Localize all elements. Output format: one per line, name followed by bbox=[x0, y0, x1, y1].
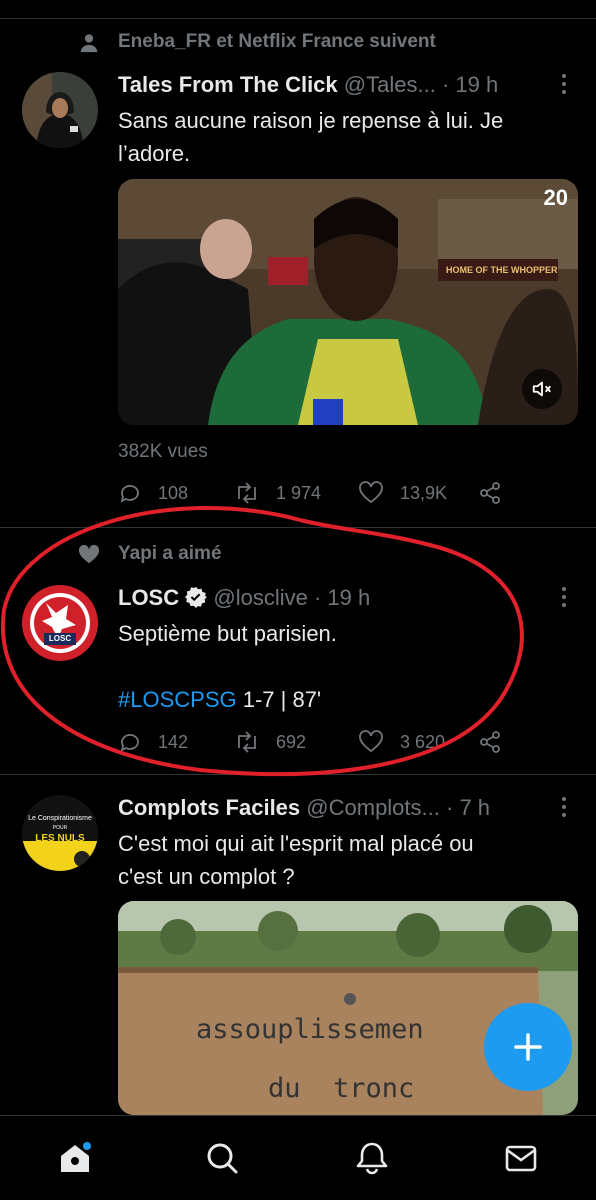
tweet-text-line: Sans aucune raison je repense à lui. Je bbox=[118, 108, 504, 133]
sign-text: assouplissemen bbox=[196, 1014, 424, 1045]
tweet-text-line: l’adore. bbox=[118, 141, 191, 166]
tweet-text-line: #LOSCPSG 1-7 | 87' bbox=[118, 683, 566, 716]
nav-home[interactable] bbox=[55, 1138, 95, 1178]
heart-icon bbox=[359, 481, 383, 504]
handle[interactable]: @losclive bbox=[213, 585, 307, 610]
retweet-icon bbox=[238, 482, 256, 504]
social-context: Yapi a aimé bbox=[118, 543, 222, 564]
avatar-text: Le Conspirationisme bbox=[28, 815, 92, 822]
bell-icon bbox=[356, 1142, 388, 1175]
reply-count: 108 bbox=[158, 482, 189, 503]
tweet-actions: 142 692 3 620 bbox=[118, 730, 526, 760]
heart-icon bbox=[359, 730, 383, 753]
like-button[interactable]: 13,9K bbox=[358, 481, 447, 505]
video-media[interactable]: 20 HOME OF THE WHOPPER bbox=[118, 179, 578, 425]
home-icon bbox=[61, 1142, 91, 1172]
timestamp[interactable]: · 7 h bbox=[446, 795, 490, 820]
tweet-actions: 108 1 974 13,9K bbox=[118, 481, 526, 511]
reply-icon bbox=[120, 734, 139, 752]
tweet-header: LOSC @losclive · 19 h bbox=[118, 585, 536, 611]
reply-count: 142 bbox=[158, 731, 189, 752]
bottom-nav bbox=[0, 1115, 596, 1200]
display-name[interactable]: Tales From The Click bbox=[118, 72, 338, 97]
handle[interactable]: @Tales... bbox=[344, 72, 436, 97]
tweet-header: Complots Faciles @Complots... · 7 h bbox=[118, 795, 536, 821]
tweet-text-line: Septième but parisien. bbox=[118, 621, 337, 646]
sign-text: du tronc bbox=[268, 1073, 415, 1104]
social-context: Eneba_FR et Netflix France suivent bbox=[118, 31, 436, 52]
retweet-button[interactable]: 692 bbox=[234, 730, 306, 754]
avatar[interactable] bbox=[22, 72, 98, 148]
share-icon bbox=[480, 731, 500, 753]
plus-icon bbox=[514, 1033, 542, 1061]
avatar-text: LES NULS bbox=[35, 833, 85, 844]
person-icon bbox=[80, 34, 98, 53]
tweet-text-line: C'est moi qui ait l'esprit mal placé ou bbox=[118, 831, 474, 856]
verified-icon bbox=[185, 586, 208, 608]
search-icon bbox=[207, 1143, 238, 1174]
tweet-losc[interactable]: Yapi a aimé LOSC LOSC @losclive · 19 h S… bbox=[0, 528, 596, 774]
handle[interactable]: @Complots... bbox=[306, 795, 440, 820]
display-name[interactable]: Complots Faciles bbox=[118, 795, 300, 820]
reply-icon bbox=[120, 485, 139, 503]
share-icon bbox=[480, 482, 500, 504]
more-options-icon[interactable] bbox=[562, 797, 568, 821]
tweet-text-line: c'est un complot ? bbox=[118, 864, 295, 889]
media-sign-text: HOME OF THE WHOPPER bbox=[446, 265, 558, 275]
like-count: 13,9K bbox=[400, 482, 448, 503]
avatar-text: POUR bbox=[52, 825, 68, 831]
nav-messages[interactable] bbox=[501, 1138, 541, 1178]
compose-tweet-button[interactable] bbox=[484, 1003, 572, 1091]
reply-button[interactable]: 108 bbox=[118, 481, 188, 505]
hashtag-link[interactable]: #LOSCPSG bbox=[118, 687, 237, 712]
like-count: 3 620 bbox=[400, 731, 446, 752]
like-button[interactable]: 3 620 bbox=[358, 730, 445, 754]
timestamp[interactable]: · 19 h bbox=[314, 585, 370, 610]
avatar-text: LOSC bbox=[48, 634, 72, 643]
retweet-count: 1 974 bbox=[276, 482, 322, 503]
mute-icon[interactable] bbox=[522, 369, 562, 409]
view-count: 382K vues bbox=[118, 441, 208, 462]
share-button[interactable] bbox=[478, 481, 518, 505]
display-name[interactable]: LOSC bbox=[118, 585, 179, 610]
more-options-icon[interactable] bbox=[562, 74, 568, 98]
nav-notifications[interactable] bbox=[352, 1138, 392, 1178]
video-frame bbox=[118, 179, 578, 425]
retweet-button[interactable]: 1 974 bbox=[234, 481, 321, 505]
tweet-header: Tales From The Click @Tales... · 19 h bbox=[118, 72, 536, 98]
retweet-count: 692 bbox=[276, 731, 307, 752]
media-watermark: 20 bbox=[543, 185, 568, 210]
tweet-text: Septième but parisien. #LOSCPSG 1-7 | 87… bbox=[118, 617, 566, 716]
score-text: 1-7 | 87' bbox=[236, 687, 322, 712]
retweet-icon bbox=[238, 731, 256, 753]
more-options-icon[interactable] bbox=[562, 587, 568, 611]
avatar[interactable]: LOSC bbox=[22, 585, 98, 661]
reply-button[interactable]: 142 bbox=[118, 730, 188, 754]
avatar[interactable]: Le Conspirationisme POUR LES NULS bbox=[22, 795, 98, 871]
tweet-tales-from-the-click[interactable]: Eneba_FR et Netflix France suivent Tales… bbox=[0, 0, 596, 527]
heart-filled-icon bbox=[78, 544, 100, 564]
share-button[interactable] bbox=[478, 730, 518, 754]
tweet-text: C'est moi qui ait l'esprit mal placé ou … bbox=[118, 827, 566, 893]
mail-icon bbox=[505, 1145, 537, 1172]
timestamp[interactable]: · 19 h bbox=[442, 72, 498, 97]
tweet-text: Sans aucune raison je repense à lui. Je … bbox=[118, 104, 566, 170]
nav-search[interactable] bbox=[202, 1138, 242, 1178]
